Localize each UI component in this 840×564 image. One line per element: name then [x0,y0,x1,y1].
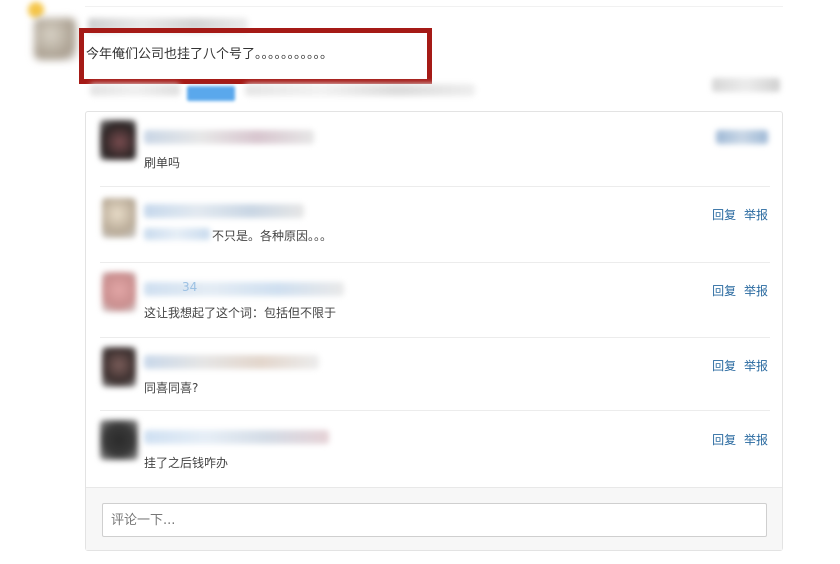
commenter-avatar[interactable] [100,120,136,160]
commenter-avatar[interactable] [102,347,136,387]
post-actions-blurred[interactable] [712,78,780,92]
row-divider [100,186,770,187]
row-divider [100,262,770,263]
row-divider [100,337,770,338]
decoration-sun-icon [28,2,44,18]
comment-item: 挂了之后钱咋办 回复 举报 [100,420,770,480]
post-page: 今年俺们公司也挂了八个号了。。。。。。。。。。。 刷单吗 不只是。各种原因。。。… [0,0,840,564]
top-divider [85,6,783,7]
comment-actions: 回复 举报 [712,206,768,223]
reply-link[interactable]: 回复 [712,284,736,298]
comment-text-blurred [144,228,210,240]
commenter-name-blurred[interactable] [144,282,344,296]
comment-panel: 刷单吗 不只是。各种原因。。。 回复 举报 34 这让我想起了这个词：包括但不限… [85,111,783,551]
comment-actions: 回复 举报 [712,357,768,374]
comment-item: 同喜同喜? 回复 举报 [100,347,770,407]
post-action-button[interactable] [187,86,235,101]
commenter-avatar[interactable] [102,272,136,312]
report-link[interactable]: 举报 [744,433,768,447]
commenter-name-fragment: 34 [182,280,198,294]
report-link[interactable]: 举报 [744,359,768,373]
commenter-avatar[interactable] [102,198,136,238]
comment-text: 挂了之后钱咋办 [144,456,229,470]
comment-text: 刷单吗 [144,156,181,170]
comment-item: 不只是。各种原因。。。 回复 举报 [100,198,770,258]
row-divider [100,410,770,411]
commenter-avatar[interactable] [100,420,138,460]
commenter-name-blurred[interactable] [144,430,329,444]
highlight-annotation-box [79,28,432,84]
comment-text: 这让我想起了这个词：包括但不限于 [144,306,337,320]
reply-link[interactable]: 回复 [712,359,736,373]
reply-link[interactable]: 回复 [712,208,736,222]
comment-text: 同喜同喜? [144,381,199,395]
commenter-name-blurred[interactable] [144,355,319,369]
poster-avatar[interactable] [34,18,76,60]
commenter-name-blurred[interactable] [144,204,304,218]
comment-input-area [86,487,782,550]
comment-item: 34 这让我想起了这个词：包括但不限于 回复 举报 [100,272,770,332]
report-link[interactable]: 举报 [744,208,768,222]
post-meta-blurred-2 [245,84,475,96]
post-meta-blurred [90,84,180,96]
report-link[interactable]: 举报 [744,284,768,298]
comment-actions: 回复 举报 [712,282,768,299]
comment-input[interactable] [102,503,767,537]
comment-actions: 回复 举报 [712,431,768,448]
reply-link[interactable]: 回复 [712,433,736,447]
comment-actions-blurred[interactable] [716,130,768,144]
commenter-name-blurred[interactable] [144,130,314,144]
comment-item: 刷单吗 [100,120,770,182]
comment-text: 不只是。各种原因。。。 [212,229,333,243]
